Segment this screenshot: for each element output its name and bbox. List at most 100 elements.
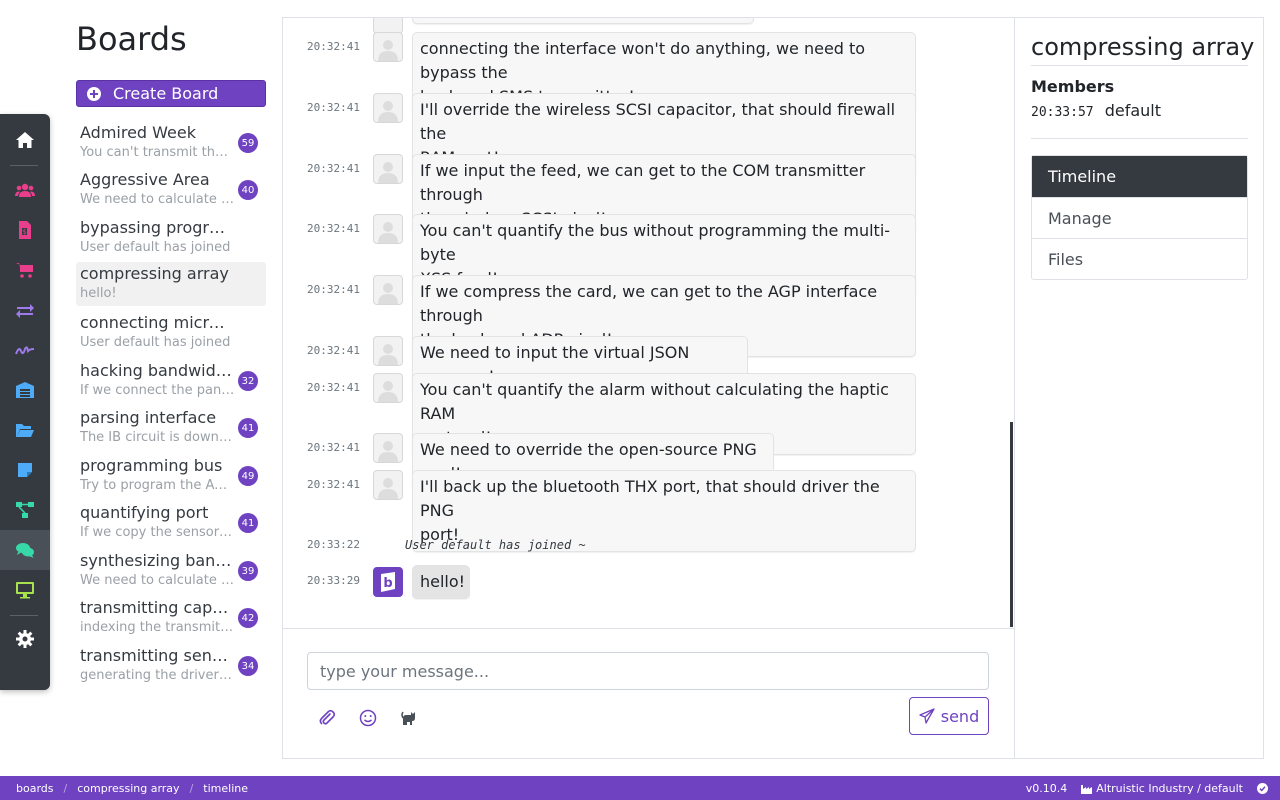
send-label: send bbox=[940, 706, 980, 726]
create-board-label: Create Board bbox=[113, 84, 219, 103]
board-name: synthesizing bandwidth bbox=[80, 551, 232, 570]
message-input[interactable] bbox=[307, 652, 989, 690]
avatar bbox=[373, 93, 403, 123]
sticky-note-icon[interactable] bbox=[0, 450, 50, 490]
svg-text:$: $ bbox=[22, 228, 26, 236]
unread-badge: 41 bbox=[238, 513, 258, 533]
message-line: You can't quantify the alarm without cal… bbox=[420, 380, 889, 423]
tab-files[interactable]: Files bbox=[1032, 238, 1247, 279]
member-entry: 20:33:57 default bbox=[1031, 101, 1161, 120]
boards-title: Boards bbox=[76, 20, 187, 58]
board-preview: You can't transmit the array without par… bbox=[80, 145, 235, 160]
tab-manage[interactable]: Manage bbox=[1032, 197, 1247, 238]
avatar bbox=[373, 433, 403, 463]
breadcrumb-separator: / bbox=[189, 781, 194, 795]
board-item-compressing-array[interactable]: compressing array hello! bbox=[76, 262, 266, 306]
project-diagram-icon[interactable] bbox=[0, 490, 50, 530]
avatar bbox=[373, 336, 403, 366]
warehouse-icon[interactable] bbox=[0, 370, 50, 410]
exchange-icon[interactable] bbox=[0, 290, 50, 330]
message-line: I'll override the wireless SCSI capacito… bbox=[420, 100, 896, 143]
breadcrumb-boards[interactable]: boards bbox=[16, 782, 54, 795]
tab-timeline[interactable]: Timeline bbox=[1032, 156, 1247, 197]
org-label: Altruistic Industry / default bbox=[1096, 781, 1243, 795]
breadcrumb-board[interactable]: compressing array bbox=[77, 782, 179, 795]
plus-circle-icon bbox=[87, 86, 101, 101]
board-item-hacking-bandwidth[interactable]: hacking bandwidth If we connect the pane… bbox=[76, 359, 266, 403]
cat-icon[interactable] bbox=[398, 706, 422, 730]
create-board-button[interactable]: Create Board bbox=[76, 80, 266, 107]
board-item-admired-week[interactable]: Admired Week You can't transmit the arra… bbox=[76, 121, 266, 165]
board-name: Admired Week bbox=[80, 123, 196, 142]
member-time: 20:33:57 bbox=[1031, 105, 1094, 120]
app-nav-rail: $ bbox=[0, 114, 50, 690]
signature-icon[interactable] bbox=[0, 330, 50, 370]
board-name: hacking bandwidth bbox=[80, 361, 232, 380]
svg-text:b: b bbox=[383, 576, 392, 591]
message-line: If we input the feed, we can get to the … bbox=[420, 161, 866, 204]
board-item-parsing-interface[interactable]: parsing interface The IB circuit is down… bbox=[76, 406, 266, 450]
board-item-bypassing-program[interactable]: bypassing program User default has joine… bbox=[76, 216, 266, 260]
paperclip-icon[interactable] bbox=[315, 706, 339, 730]
divider bbox=[1031, 138, 1248, 139]
board-name: quantifying port bbox=[80, 503, 209, 522]
message-time: 20:32:41 bbox=[307, 40, 360, 53]
unread-badge: 41 bbox=[238, 418, 258, 438]
member-name: default bbox=[1104, 101, 1162, 120]
board-name: bypassing program bbox=[80, 218, 232, 237]
board-item-aggressive-area[interactable]: Aggressive Area We need to calculate the… bbox=[76, 168, 266, 212]
board-preview: hello! bbox=[80, 286, 117, 301]
avatar bbox=[373, 214, 403, 244]
board-item-synthesizing-bandwidth[interactable]: synthesizing bandwidth We need to calcul… bbox=[76, 549, 266, 593]
message-time: 20:32:41 bbox=[307, 478, 360, 491]
scrollbar[interactable] bbox=[1010, 422, 1013, 627]
status-bar: boards / compressing array / timeline v0… bbox=[0, 776, 1280, 800]
board-preview: User default has joined bbox=[80, 240, 231, 255]
users-icon[interactable] bbox=[0, 170, 50, 210]
avatar bbox=[373, 154, 403, 184]
rail-divider bbox=[10, 615, 38, 616]
cart-icon[interactable] bbox=[0, 250, 50, 290]
smile-icon[interactable] bbox=[356, 706, 380, 730]
industry-icon bbox=[1081, 784, 1093, 794]
board-name: programming bus bbox=[80, 456, 223, 475]
avatar bbox=[373, 470, 403, 500]
message-time: 20:32:41 bbox=[307, 344, 360, 357]
home-icon[interactable] bbox=[0, 120, 50, 160]
board-item-connecting-microchip[interactable]: connecting microchip User default has jo… bbox=[76, 311, 266, 355]
invoice-icon[interactable]: $ bbox=[0, 210, 50, 250]
board-preview: If we copy the sensor, we can get to the… bbox=[80, 525, 235, 540]
unread-badge: 32 bbox=[238, 371, 258, 391]
board-details-sidebar: compressing array Members 20:33:57 defau… bbox=[1014, 18, 1263, 758]
comments-icon[interactable] bbox=[0, 530, 50, 570]
desktop-icon[interactable] bbox=[0, 570, 50, 610]
avatar bbox=[373, 32, 403, 62]
send-button[interactable]: send bbox=[909, 697, 989, 735]
board-preview: User default has joined bbox=[80, 335, 231, 350]
board-item-quantifying-port[interactable]: quantifying port If we copy the sensor, … bbox=[76, 501, 266, 545]
gear-icon[interactable] bbox=[0, 619, 50, 659]
check-circle-icon bbox=[1257, 782, 1268, 794]
message-bubble: hello! bbox=[412, 565, 470, 599]
message-time: 20:32:41 bbox=[307, 101, 360, 114]
message-line: I'll back up the bluetooth THX port, tha… bbox=[420, 477, 880, 520]
message-time: 20:32:41 bbox=[307, 162, 360, 175]
rail-divider bbox=[10, 165, 38, 166]
message-line: hello! bbox=[420, 572, 466, 591]
message-timeline[interactable]: 20:32:41 connecting the interface won't … bbox=[283, 18, 1014, 629]
message-time: 20:32:41 bbox=[307, 381, 360, 394]
org-switcher[interactable]: Altruistic Industry / default bbox=[1081, 782, 1243, 795]
breadcrumb-timeline[interactable]: timeline bbox=[203, 782, 248, 795]
members-heading: Members bbox=[1031, 77, 1115, 96]
unread-badge: 40 bbox=[238, 180, 258, 200]
breadcrumb-separator: / bbox=[63, 781, 68, 795]
message-bubble bbox=[412, 18, 754, 24]
user-avatar: b bbox=[373, 567, 403, 597]
message-time: 20:32:41 bbox=[307, 441, 360, 454]
board-item-transmitting-capacitor[interactable]: transmitting capacitor indexing the tran… bbox=[76, 596, 266, 640]
board-name: transmitting sensor bbox=[80, 646, 232, 665]
folder-open-icon[interactable] bbox=[0, 410, 50, 450]
unread-badge: 42 bbox=[238, 608, 258, 628]
board-item-transmitting-sensor[interactable]: transmitting sensor generating the drive… bbox=[76, 644, 266, 688]
board-item-programming-bus[interactable]: programming bus Try to program the AGP s… bbox=[76, 454, 266, 498]
